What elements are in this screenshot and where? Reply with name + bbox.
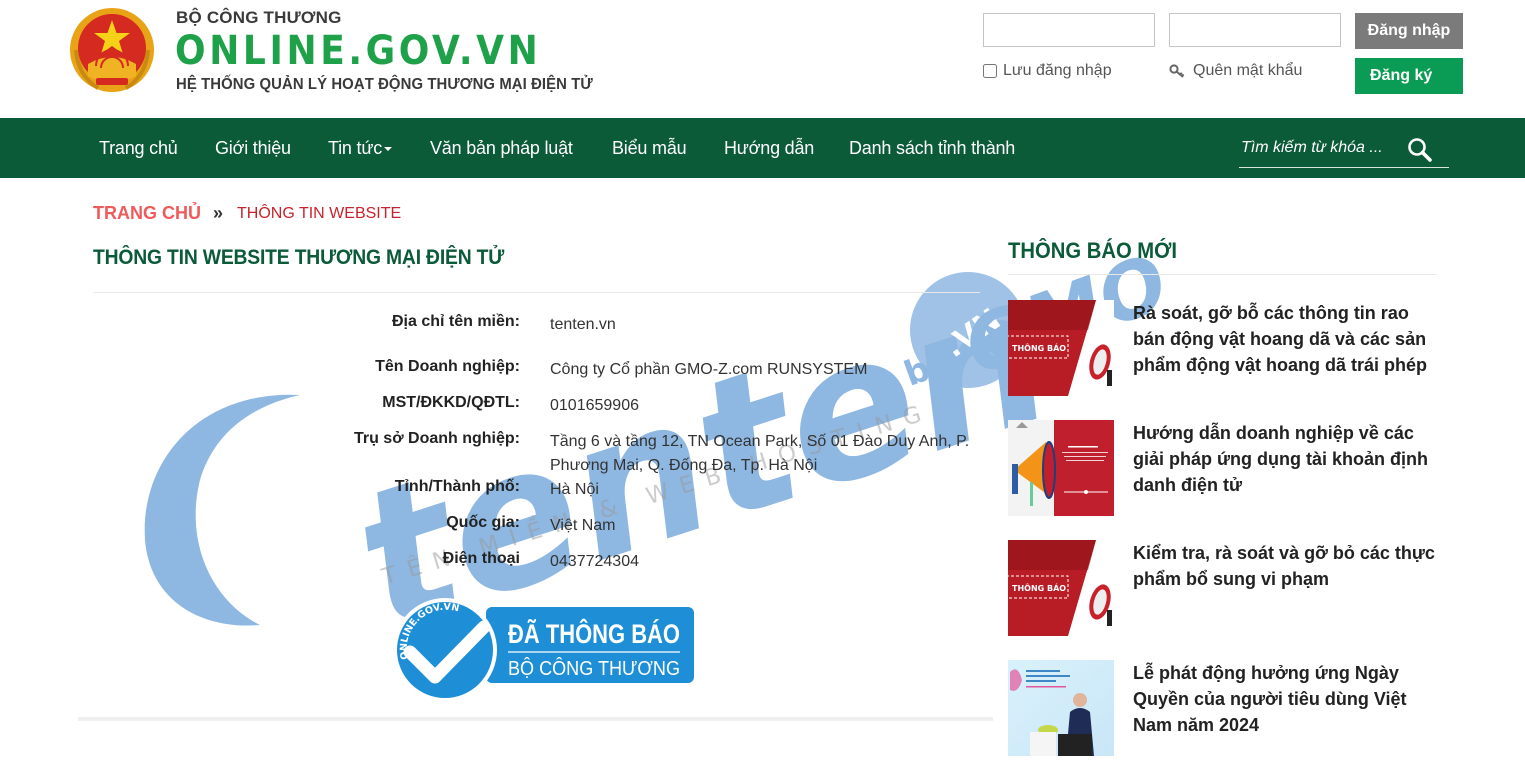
info-value: Hà Nội (550, 481, 599, 498)
news-item[interactable]: THÔNG BÁO Rà soát, gỡ bỗ các thông tin r… (1008, 300, 1438, 396)
info-value: tenten.vn (550, 316, 616, 333)
site-name[interactable]: ONLINE.GOV.VN (175, 28, 541, 74)
password-input[interactable] (1169, 13, 1341, 47)
login-button[interactable]: Đăng nhập (1355, 13, 1463, 49)
national-emblem-logo[interactable] (68, 6, 156, 94)
notified-ministry-badge[interactable]: ONLINE.GOV.VN ĐÃ THÔNG BÁO BỘ CÔNG THƯƠN… (388, 597, 696, 703)
remember-checkbox[interactable] (983, 64, 997, 78)
news-title[interactable]: Rà soát, gỡ bỗ các thông tin rao bán độn… (1133, 300, 1438, 378)
nav-item-news-label: Tin tức (328, 138, 382, 158)
news-title[interactable]: Hướng dẫn doanh nghiệp về các giải pháp … (1133, 420, 1438, 498)
thumb-label: THÔNG BÁO (1012, 582, 1066, 593)
badge-line2: BỘ CÔNG THƯƠNG (508, 657, 680, 680)
news-item[interactable]: Hướng dẫn doanh nghiệp về các giải pháp … (1008, 420, 1438, 516)
info-label: Tỉnh/Thành phố: (394, 478, 520, 495)
watermark-swoosh (144, 394, 300, 626)
news-thumbnail-announcement[interactable]: THÔNG BÁO (1008, 300, 1114, 396)
news-title[interactable]: Kiểm tra, rà soát và gỡ bỏ các thực phẩm… (1133, 540, 1438, 592)
forgot-password-label: Quên mật khẩu (1193, 62, 1303, 79)
info-label: Tên Doanh nghiệp: (375, 358, 520, 375)
content-bottom-divider (78, 717, 993, 721)
info-value: Công ty Cổ phần GMO-Z.com RUNSYSTEM (550, 361, 868, 378)
nav-item-legal-documents[interactable]: Văn bản pháp luật (430, 118, 573, 178)
nav-item-about[interactable]: Giới thiệu (215, 118, 291, 178)
info-label: Quốc gia: (446, 514, 520, 531)
sidebar-title: THÔNG BÁO MỚI (1008, 238, 1178, 263)
key-icon (1169, 64, 1185, 78)
news-thumbnail-guide[interactable] (1008, 420, 1114, 516)
thumb-label: THÔNG BÁO (1012, 342, 1066, 353)
news-item[interactable]: THÔNG BÁO Kiểm tra, rà soát và gỡ bỏ các… (1008, 540, 1438, 636)
breadcrumb-current: THÔNG TIN WEBSITE (237, 204, 402, 222)
info-value: Việt Nam (550, 517, 616, 534)
info-value: Tầng 6 và tầng 12, TN Ocean Park, Số 01 … (550, 433, 970, 474)
search-icon[interactable] (1406, 136, 1434, 164)
remember-label: Lưu đăng nhập (1003, 62, 1112, 79)
info-label: MST/ĐKKD/QĐTL: (382, 394, 520, 411)
system-name: HỆ THỐNG QUẢN LÝ HOẠT ĐỘNG THƯƠNG MẠI ĐI… (176, 76, 593, 93)
nav-item-news[interactable]: Tin tức (328, 118, 392, 178)
title-divider (93, 292, 980, 293)
news-title[interactable]: Lễ phát động hưởng ứng Ngày Quyền của ng… (1133, 660, 1438, 738)
breadcrumb-home[interactable]: TRANG CHỦ (93, 203, 201, 224)
page-title: THÔNG TIN WEBSITE THƯƠNG MẠI ĐIỆN TỬ (93, 246, 505, 269)
nav-item-provinces[interactable]: Danh sách tỉnh thành (849, 118, 1015, 178)
info-value: 0101659906 (550, 397, 639, 414)
site-header: BỘ CÔNG THƯƠNG ONLINE.GOV.VN HỆ THỐNG QU… (0, 0, 1525, 118)
badge-line1: ĐÃ THÔNG BÁO (508, 618, 680, 649)
news-thumbnail-announcement[interactable]: THÔNG BÁO (1008, 540, 1114, 636)
info-label: Điện thoại (442, 550, 520, 567)
nav-item-home[interactable]: Trang chủ (99, 118, 178, 178)
sidebar-divider (1008, 274, 1436, 275)
search-input[interactable] (1241, 136, 1401, 160)
nav-item-guides[interactable]: Hướng dẫn (724, 118, 814, 178)
info-label: Địa chỉ tên miền: (391, 313, 520, 330)
main-nav: Trang chủ Giới thiệu Tin tức Văn bản phá… (0, 118, 1525, 178)
breadcrumb: TRANG CHỦ » THÔNG TIN WEBSITE (93, 203, 401, 224)
info-value: 0437724304 (550, 553, 639, 570)
username-input[interactable] (983, 13, 1155, 47)
remember-login[interactable]: Lưu đăng nhập (983, 62, 1112, 80)
ministry-name: BỘ CÔNG THƯƠNG (176, 8, 342, 27)
register-button[interactable]: Đăng ký (1355, 58, 1463, 94)
forgot-password-link[interactable]: Quên mật khẩu (1169, 62, 1302, 80)
info-label: Trụ sở Doanh nghiệp: (353, 430, 520, 447)
breadcrumb-separator: » (213, 203, 224, 223)
news-item[interactable]: Lễ phát động hưởng ứng Ngày Quyền của ng… (1008, 660, 1438, 756)
search-box (1239, 130, 1449, 168)
caret-down-icon (384, 147, 392, 152)
nav-item-forms[interactable]: Biểu mẫu (612, 118, 687, 178)
news-thumbnail-event-photo[interactable] (1008, 660, 1114, 756)
